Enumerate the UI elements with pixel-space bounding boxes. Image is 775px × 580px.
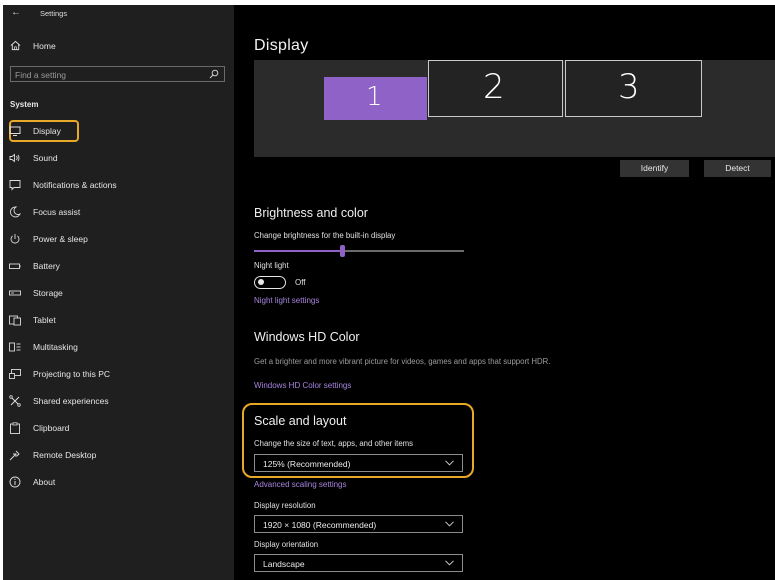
brightness-slider-fill	[254, 250, 343, 252]
search-placeholder: Find a setting	[15, 70, 67, 80]
sidebar-item-clipboard[interactable]: Clipboard	[3, 417, 234, 439]
sidebar-item-label: Power & sleep	[33, 234, 88, 244]
night-light-settings-link[interactable]: Night light settings	[254, 296, 319, 305]
resolution-value: 1920 × 1080 (Recommended)	[263, 520, 377, 530]
resolution-dropdown[interactable]: 1920 × 1080 (Recommended)	[254, 515, 463, 533]
clipboard-icon	[10, 422, 20, 434]
projector-icon	[9, 369, 21, 379]
speaker-icon	[9, 153, 20, 163]
monitor-number: 2	[483, 67, 505, 107]
sidebar: ← Settings Home Find a setting System Di…	[3, 5, 234, 580]
monitor-arrangement[interactable]: 1 2 3	[254, 60, 775, 157]
sidebar-item-label: Display	[33, 126, 61, 136]
sidebar-item-label: Focus assist	[33, 207, 81, 217]
advanced-scaling-link[interactable]: Advanced scaling settings	[254, 480, 347, 489]
sidebar-item-label: About	[33, 477, 56, 487]
sidebar-item-shared-experiences[interactable]: Shared experiences	[3, 390, 234, 412]
night-light-toggle[interactable]	[254, 276, 286, 289]
home-nav-item[interactable]: Home	[3, 38, 234, 56]
hdr-description: Get a brighter and more vibrant picture …	[254, 357, 551, 366]
page-title: Display	[254, 37, 309, 54]
orientation-value: Landscape	[263, 559, 305, 569]
brightness-slider-label: Change brightness for the built-in displ…	[254, 231, 396, 240]
detect-button[interactable]: Detect	[704, 160, 771, 177]
search-icon	[209, 69, 219, 79]
sidebar-item-label: Multitasking	[33, 342, 78, 352]
app-title: Settings	[40, 9, 68, 18]
scale-value: 125% (Recommended)	[263, 459, 351, 469]
sidebar-item-remote-desktop[interactable]: Remote Desktop	[3, 444, 234, 466]
title-bar: ← Settings	[3, 5, 234, 23]
storage-icon	[9, 290, 21, 296]
search-input[interactable]: Find a setting	[10, 66, 225, 82]
night-light-label: Night light	[254, 261, 289, 270]
sidebar-item-label: Tablet	[33, 315, 56, 325]
monitor-number: 1	[366, 82, 383, 112]
shared-icon	[9, 395, 21, 407]
back-arrow-icon[interactable]: ←	[11, 7, 21, 18]
chevron-down-icon	[445, 460, 454, 466]
sidebar-item-focus-assist[interactable]: Focus assist	[3, 201, 234, 223]
chevron-down-icon	[445, 521, 454, 527]
chevron-down-icon	[445, 560, 454, 566]
brightness-slider[interactable]	[254, 245, 464, 257]
orientation-label: Display orientation	[254, 540, 319, 549]
sidebar-item-label: Clipboard	[33, 423, 70, 433]
sidebar-item-notifications[interactable]: Notifications & actions	[3, 174, 234, 196]
sidebar-item-label: Projecting to this PC	[33, 369, 111, 379]
sidebar-item-power-sleep[interactable]: Power & sleep	[3, 228, 234, 250]
sidebar-item-label: Storage	[33, 288, 63, 298]
scale-label: Change the size of text, apps, and other…	[254, 439, 414, 448]
sidebar-item-label: Sound	[33, 153, 58, 163]
home-icon	[10, 40, 21, 51]
sidebar-item-label: Battery	[33, 261, 60, 271]
sidebar-item-display[interactable]: Display	[3, 120, 234, 142]
hdr-heading: Windows HD Color	[254, 330, 360, 344]
scale-dropdown[interactable]: 125% (Recommended)	[254, 454, 463, 472]
sidebar-item-multitasking[interactable]: Multitasking	[3, 336, 234, 358]
sidebar-item-label: Remote Desktop	[33, 450, 97, 460]
battery-icon	[9, 263, 21, 269]
monitor-2[interactable]: 2	[428, 60, 563, 117]
monitor-icon	[9, 126, 21, 136]
brightness-heading: Brightness and color	[254, 206, 368, 220]
main-panel: Display 1 2 3 Identify Detect Brightness…	[234, 5, 775, 580]
brightness-slider-thumb[interactable]	[340, 245, 346, 257]
sidebar-item-projecting[interactable]: Projecting to this PC	[3, 363, 234, 385]
multitasking-icon	[9, 342, 21, 352]
monitor-3[interactable]: 3	[565, 60, 702, 117]
orientation-dropdown[interactable]: Landscape	[254, 554, 463, 572]
sidebar-item-label: Notifications & actions	[33, 180, 117, 190]
sidebar-item-storage[interactable]: Storage	[3, 282, 234, 304]
section-label-system: System	[10, 100, 39, 109]
identify-button[interactable]: Identify	[620, 160, 689, 177]
moon-icon	[10, 206, 21, 218]
remote-icon	[9, 450, 20, 461]
toggle-knob	[258, 279, 264, 285]
tablet-icon	[9, 315, 21, 326]
sidebar-item-about[interactable]: About	[3, 471, 234, 493]
sidebar-item-battery[interactable]: Battery	[3, 255, 234, 277]
home-label: Home	[33, 41, 56, 51]
hdr-settings-link[interactable]: Windows HD Color settings	[254, 381, 351, 390]
monitor-1[interactable]: 1	[324, 77, 427, 120]
info-icon	[9, 476, 21, 488]
sidebar-item-sound[interactable]: Sound	[3, 147, 234, 169]
sidebar-item-tablet[interactable]: Tablet	[3, 309, 234, 331]
resolution-label: Display resolution	[254, 501, 316, 510]
notification-icon	[9, 180, 21, 191]
power-icon	[10, 234, 20, 244]
scale-heading: Scale and layout	[254, 414, 347, 428]
night-light-state: Off	[295, 278, 306, 287]
sidebar-item-label: Shared experiences	[33, 396, 109, 406]
monitor-number: 3	[618, 67, 640, 107]
